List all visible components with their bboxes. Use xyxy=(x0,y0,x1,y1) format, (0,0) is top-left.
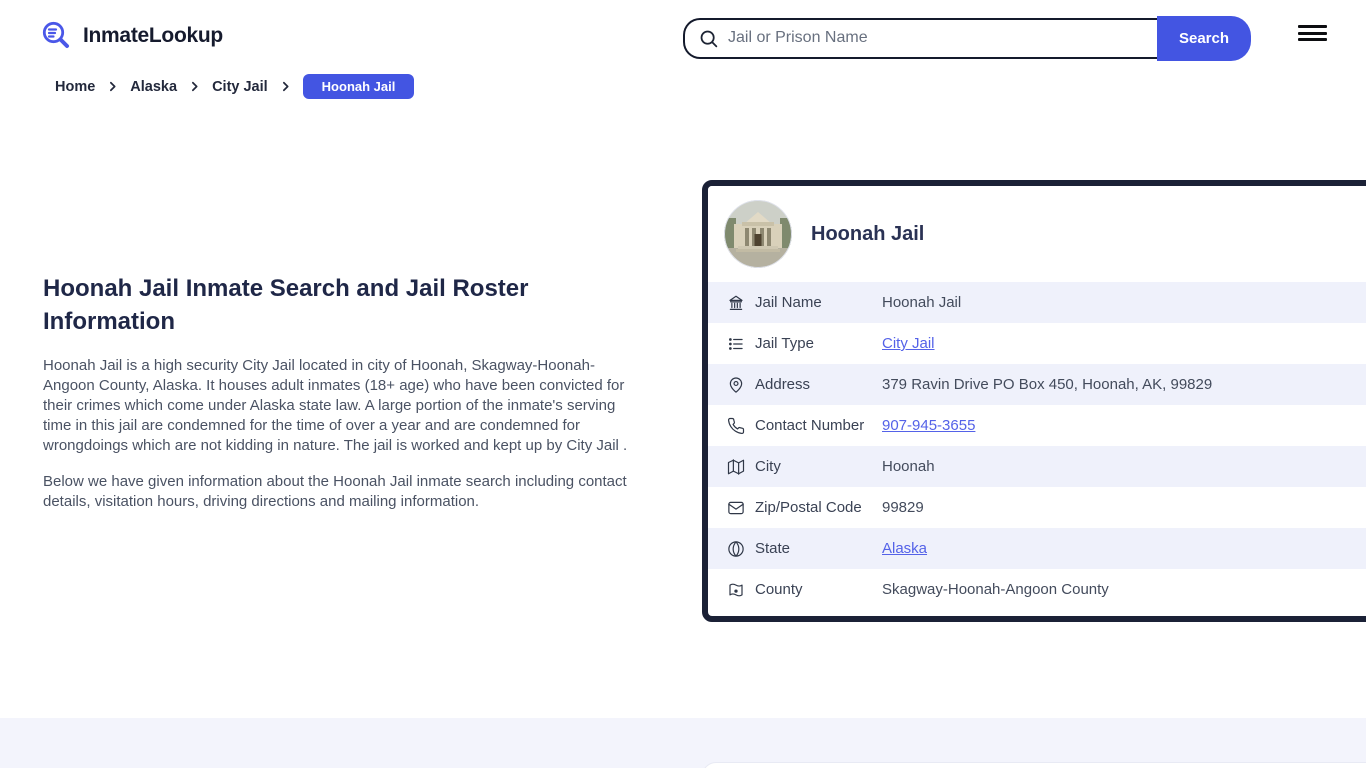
breadcrumb-current-badge: Hoonah Jail xyxy=(302,74,415,99)
menu-hamburger-icon[interactable] xyxy=(1298,25,1327,41)
search-button[interactable]: Search xyxy=(1157,15,1251,61)
search-input[interactable] xyxy=(719,29,1157,47)
globe-icon xyxy=(727,540,745,558)
info-paragraph: Below we have given information about th… xyxy=(43,473,627,510)
jail-card-title: Hoonah Jail xyxy=(811,222,925,245)
chevron-right-icon xyxy=(188,80,201,93)
marker-square-icon xyxy=(727,581,745,599)
breadcrumb: Home Alaska City Jail Hoonah Jail xyxy=(55,74,415,99)
table-row-contact-number: Contact Number 907-945-3655 xyxy=(708,405,1366,446)
jail-photo xyxy=(724,200,792,268)
mail-icon xyxy=(727,499,745,517)
map-pin-icon xyxy=(727,376,745,394)
next-section-background xyxy=(0,718,1366,768)
next-section-card xyxy=(702,762,1366,768)
phone-icon xyxy=(727,417,745,435)
row-value: Hoonah Jail xyxy=(882,294,962,311)
breadcrumb-home[interactable]: Home xyxy=(55,79,95,95)
intro-paragraph: Hoonah Jail is a high security City Jail… xyxy=(43,357,628,454)
page: InmateLookup Search Home Alaska City Jai xyxy=(0,0,1366,768)
logo-text: InmateLookup xyxy=(83,24,223,47)
table-row-state: State Alaska xyxy=(708,528,1366,569)
hamburger-bar xyxy=(1298,25,1327,28)
bank-icon xyxy=(727,294,745,312)
chevron-right-icon xyxy=(279,80,292,93)
row-label: Jail Name xyxy=(755,294,822,311)
hamburger-bar xyxy=(1298,38,1327,41)
row-value: 379 Ravin Drive PO Box 450, Hoonah, AK, … xyxy=(882,376,1213,393)
table-row-jail-type: Jail Type City Jail xyxy=(708,323,1366,364)
row-label: Contact Number xyxy=(755,417,865,434)
row-label: County xyxy=(755,581,803,598)
logo[interactable]: InmateLookup xyxy=(40,19,223,53)
search-bar: Search xyxy=(683,15,1251,61)
search-icon xyxy=(698,28,719,49)
main-content: Hoonah Jail Inmate Search and Jail Roste… xyxy=(43,272,643,528)
row-value: Skagway-Hoonah-Angoon County xyxy=(882,581,1109,598)
breadcrumb-alaska[interactable]: Alaska xyxy=(130,79,177,95)
contact-number-link[interactable]: 907-945-3655 xyxy=(882,417,975,434)
row-label: Jail Type xyxy=(755,335,814,352)
row-label: City xyxy=(755,458,781,475)
table-row-city: City Hoonah xyxy=(708,446,1366,487)
table-row-jail-name: Jail Name Hoonah Jail xyxy=(708,282,1366,323)
table-row-address: Address 379 Ravin Drive PO Box 450, Hoon… xyxy=(708,364,1366,405)
jail-card-header: Hoonah Jail xyxy=(708,186,1366,282)
search-input-box[interactable] xyxy=(683,17,1157,59)
breadcrumb-city-jail[interactable]: City Jail xyxy=(212,79,268,95)
chevron-right-icon xyxy=(106,80,119,93)
row-label: Address xyxy=(755,376,811,393)
table-row-zip: Zip/Postal Code 99829 xyxy=(708,487,1366,528)
page-title: Hoonah Jail Inmate Search and Jail Roste… xyxy=(43,275,529,335)
state-link[interactable]: Alaska xyxy=(882,540,927,557)
hamburger-bar xyxy=(1298,31,1327,35)
map-icon xyxy=(727,458,745,476)
jail-details-card: Hoonah Jail Jail Name Hoonah Jail Jail T… xyxy=(702,180,1366,622)
row-value: 99829 xyxy=(882,499,924,516)
jail-type-link[interactable]: City Jail xyxy=(882,335,935,352)
row-label: Zip/Postal Code xyxy=(755,499,862,516)
inmatelookup-logo-icon xyxy=(40,19,74,53)
row-value: Hoonah xyxy=(882,458,935,475)
table-row-county: County Skagway-Hoonah-Angoon County xyxy=(708,569,1366,610)
row-label: State xyxy=(755,540,791,557)
list-icon xyxy=(727,335,745,353)
